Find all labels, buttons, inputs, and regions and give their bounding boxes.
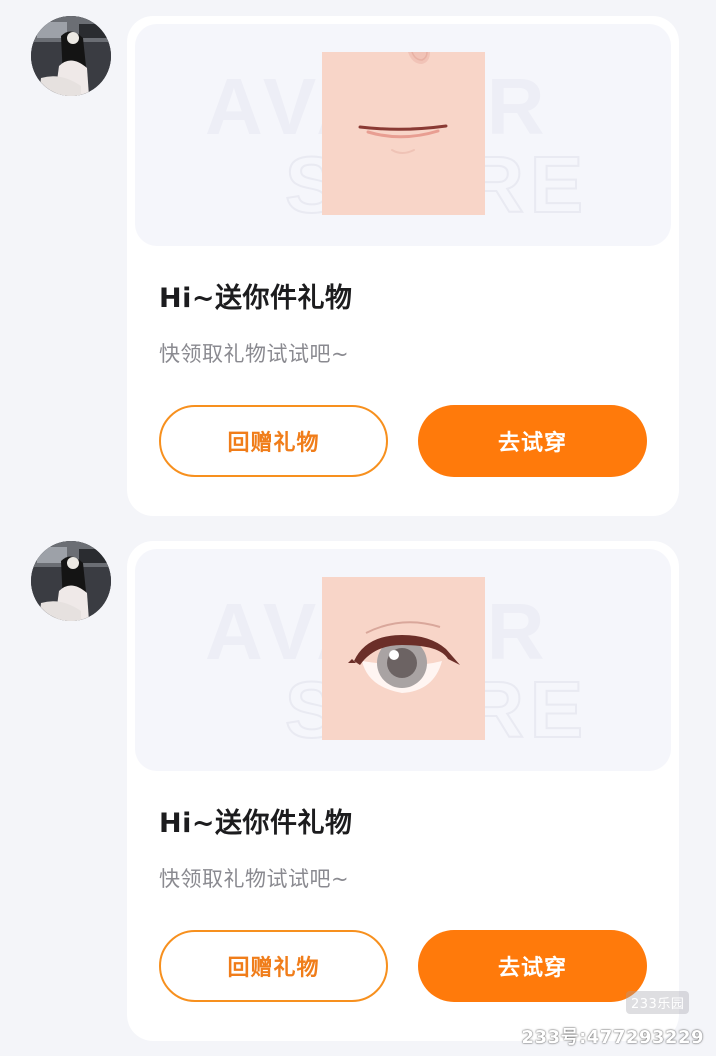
gift-item-image[interactable]	[322, 577, 485, 740]
avatar-image	[31, 16, 111, 96]
return-gift-button[interactable]: 回赠礼物	[159, 930, 388, 1002]
try-on-button[interactable]: 去试穿	[418, 405, 647, 477]
gift-subtitle: 快领取礼物试试吧~	[159, 342, 350, 366]
gift-preview: AVATAR STORE	[135, 24, 671, 246]
233-logo-watermark: 233乐园	[626, 991, 690, 1014]
gift-title: Hi~送你件礼物	[159, 283, 353, 314]
gift-item-image[interactable]	[322, 51, 485, 215]
gift-preview: AVATAR STORE	[135, 549, 671, 771]
gift-card: AVATAR STORE Hi~送你件礼物 快领取礼物试试吧~ 回赠礼物 去试穿	[127, 16, 679, 516]
eye-icon	[322, 577, 485, 740]
avatar[interactable]	[31, 541, 111, 621]
mouth-icon	[322, 51, 485, 215]
gift-card: AVATAR STORE Hi~送你件礼物 快领取礼物试试吧~ 回赠礼物 去试穿	[127, 541, 679, 1041]
return-gift-button[interactable]: 回赠礼物	[159, 405, 388, 477]
gift-title: Hi~送你件礼物	[159, 808, 353, 839]
try-on-button[interactable]: 去试穿	[418, 930, 647, 1002]
avatar[interactable]	[31, 16, 111, 96]
avatar-image	[31, 541, 111, 621]
gift-subtitle: 快领取礼物试试吧~	[159, 867, 350, 891]
account-id-watermark: 233号:477293229	[521, 1027, 704, 1048]
